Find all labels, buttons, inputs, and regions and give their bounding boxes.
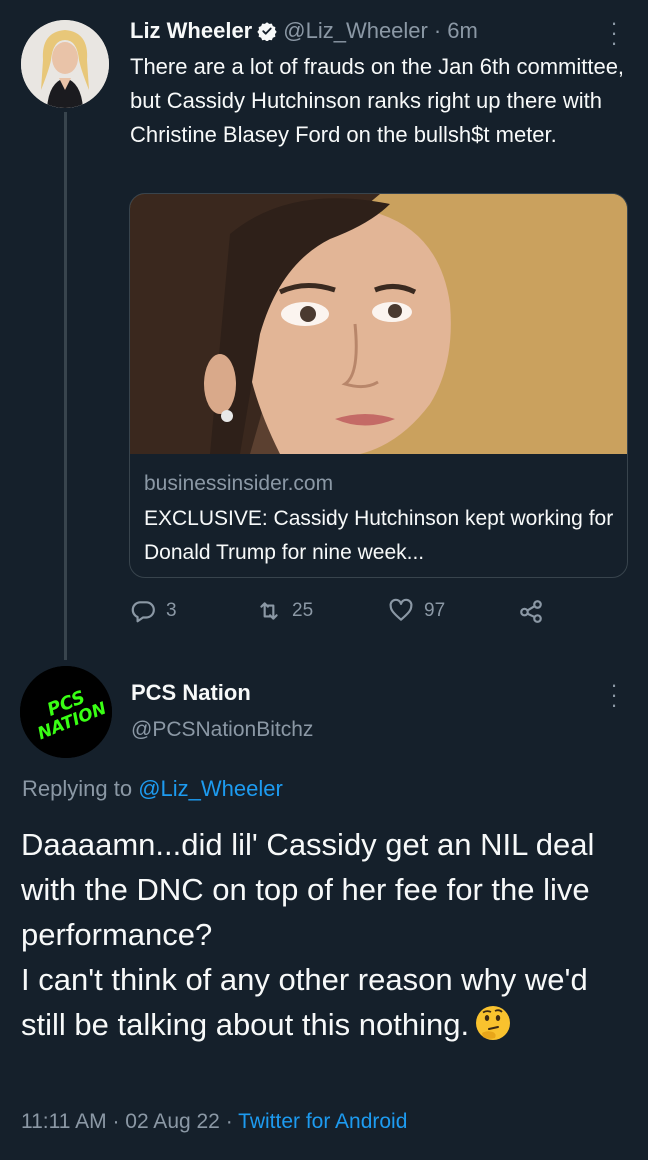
- replying-to-handle[interactable]: @Liz_Wheeler: [138, 776, 283, 801]
- author-handle[interactable]: @Liz_Wheeler: [283, 18, 428, 44]
- thinking-face-icon: [476, 1006, 511, 1040]
- tweet-time[interactable]: 6m: [447, 18, 478, 44]
- author-name[interactable]: Liz Wheeler: [130, 18, 252, 44]
- like-button[interactable]: 97: [388, 593, 445, 629]
- tweet-actions: 3 25 97: [130, 593, 560, 629]
- tweet-text-line-2: I can't think of any other reason why we…: [21, 962, 588, 1042]
- card-title: EXCLUSIVE: Cassidy Hutchinson kept worki…: [144, 507, 614, 564]
- card-image: [130, 194, 627, 454]
- author-name[interactable]: PCS Nation: [131, 680, 251, 706]
- tweet-source-link[interactable]: Twitter for Android: [238, 1110, 407, 1133]
- heart-icon: [389, 598, 413, 621]
- share-icon: [520, 600, 542, 623]
- tweet-timestamp: 11:11 AM · 02 Aug 22 · Twitter for Andro…: [21, 1110, 407, 1134]
- link-card[interactable]: businessinsider.com EXCLUSIVE: Cassidy H…: [129, 193, 628, 578]
- avatar-pcs-nation[interactable]: PCS NATION: [20, 666, 112, 758]
- thread-line: [64, 112, 67, 660]
- tweet-text-line-1: Daaaamn...did lil' Cassidy get an NIL de…: [21, 827, 595, 952]
- more-options-icon[interactable]: · · ·: [604, 12, 624, 54]
- retweet-count: 25: [292, 600, 314, 621]
- retweet-icon: [260, 602, 278, 620]
- replying-to: Replying to @Liz_Wheeler: [22, 776, 283, 802]
- like-count: 97: [424, 600, 446, 621]
- separator-dot: ·: [433, 18, 442, 43]
- tweet-text: There are a lot of frauds on the Jan 6th…: [130, 54, 625, 147]
- pcs-nation-logo: PCS NATION: [20, 666, 112, 758]
- reply-button[interactable]: 3: [130, 593, 177, 629]
- timestamp-text: 11:11 AM · 02 Aug 22 ·: [21, 1110, 239, 1133]
- reply-icon: [131, 601, 155, 623]
- card-domain: businessinsider.com: [144, 472, 334, 495]
- replying-to-label: Replying to: [22, 776, 133, 801]
- verified-badge-icon: [257, 22, 277, 41]
- tweet-header: Liz Wheeler @Liz_Wheeler · 6m: [130, 16, 478, 46]
- share-button[interactable]: [518, 593, 554, 629]
- avatar-photo: [21, 20, 109, 108]
- avatar[interactable]: [21, 20, 109, 108]
- more-options-icon[interactable]: · · ·: [604, 674, 624, 716]
- tweet-liz-wheeler[interactable]: Liz Wheeler @Liz_Wheeler · 6m · · · There …: [0, 0, 648, 660]
- reply-count: 3: [166, 600, 177, 621]
- retweet-button[interactable]: 25: [256, 593, 313, 629]
- author-handle[interactable]: @PCSNationBitchz: [131, 718, 313, 742]
- tweet-text: Daaaamn...did lil' Cassidy get an NIL de…: [21, 822, 631, 1047]
